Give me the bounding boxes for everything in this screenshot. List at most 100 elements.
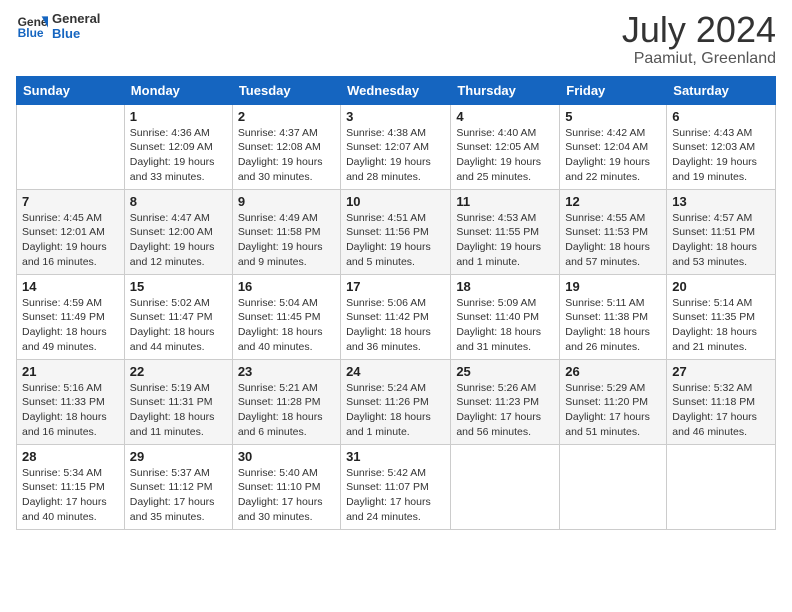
calendar-day-cell: 22 Sunrise: 5:19 AMSunset: 11:31 PMDaylig…	[124, 359, 232, 444]
day-info: Sunrise: 5:34 AMSunset: 11:15 PMDaylight…	[22, 466, 119, 525]
calendar-week-row: 21 Sunrise: 5:16 AMSunset: 11:33 PMDaylig…	[17, 359, 776, 444]
calendar-day-cell: 13 Sunrise: 4:57 AMSunset: 11:51 PMDaylig…	[667, 189, 776, 274]
day-number: 28	[22, 449, 119, 464]
day-info: Sunrise: 5:09 AMSunset: 11:40 PMDaylight…	[456, 296, 554, 355]
day-info: Sunrise: 5:06 AMSunset: 11:42 PMDaylight…	[346, 296, 445, 355]
day-number: 3	[346, 109, 445, 124]
calendar-day-cell: 11Sunrise: 4:53 AMSunset: 11:55 PMDaylig…	[451, 189, 560, 274]
logo-icon: General Blue	[16, 10, 48, 42]
calendar-week-row: 14Sunrise: 4:59 AMSunset: 11:49 PMDaylig…	[17, 274, 776, 359]
day-info: Sunrise: 4:43 AMSunset: 12:03 AMDaylight…	[672, 126, 770, 185]
calendar-day-cell: 28 Sunrise: 5:34 AMSunset: 11:15 PMDaylig…	[17, 444, 125, 529]
day-info: Sunrise: 4:47 AMSunset: 12:00 AMDaylight…	[130, 211, 227, 270]
day-info: Sunrise: 5:16 AMSunset: 11:33 PMDaylight…	[22, 381, 119, 440]
day-info: Sunrise: 5:32 AMSunset: 11:18 PMDaylight…	[672, 381, 770, 440]
day-number: 10	[346, 194, 445, 209]
day-number: 8	[130, 194, 227, 209]
calendar-day-cell	[560, 444, 667, 529]
day-number: 17	[346, 279, 445, 294]
day-number: 18	[456, 279, 554, 294]
day-number: 1	[130, 109, 227, 124]
day-info: Sunrise: 5:24 AMSunset: 11:26 PMDaylight…	[346, 381, 445, 440]
day-number: 31	[346, 449, 445, 464]
page-header: General Blue General Blue July 2024 Paam…	[16, 10, 776, 68]
day-info: Sunrise: 5:02 AMSunset: 11:47 PMDaylight…	[130, 296, 227, 355]
day-number: 22	[130, 364, 227, 379]
calendar-day-cell: 6 Sunrise: 4:43 AMSunset: 12:03 AMDayligh…	[667, 104, 776, 189]
calendar-day-cell: 2 Sunrise: 4:37 AMSunset: 12:08 AMDayligh…	[232, 104, 340, 189]
svg-text:Blue: Blue	[18, 26, 44, 40]
day-number: 7	[22, 194, 119, 209]
day-of-week-header: Sunday	[17, 76, 125, 104]
day-info: Sunrise: 5:14 AMSunset: 11:35 PMDaylight…	[672, 296, 770, 355]
day-number: 19	[565, 279, 661, 294]
day-info: Sunrise: 5:21 AMSunset: 11:28 PMDaylight…	[238, 381, 335, 440]
location-title: Paamiut, Greenland	[622, 50, 776, 68]
day-of-week-header: Tuesday	[232, 76, 340, 104]
calendar-day-cell: 25 Sunrise: 5:26 AMSunset: 11:23 PMDaylig…	[451, 359, 560, 444]
calendar-day-cell: 12Sunrise: 4:55 AMSunset: 11:53 PMDaylig…	[560, 189, 667, 274]
day-info: Sunrise: 5:26 AMSunset: 11:23 PMDaylight…	[456, 381, 554, 440]
calendar-table: SundayMondayTuesdayWednesdayThursdayFrid…	[16, 76, 776, 530]
calendar-day-cell: 19 Sunrise: 5:11 AMSunset: 11:38 PMDaylig…	[560, 274, 667, 359]
calendar-day-cell: 26 Sunrise: 5:29 AMSunset: 11:20 PMDaylig…	[560, 359, 667, 444]
day-info: Sunrise: 5:04 AMSunset: 11:45 PMDaylight…	[238, 296, 335, 355]
day-number: 21	[22, 364, 119, 379]
calendar-week-row: 1 Sunrise: 4:36 AMSunset: 12:09 AMDayligh…	[17, 104, 776, 189]
day-info: Sunrise: 4:37 AMSunset: 12:08 AMDaylight…	[238, 126, 335, 185]
day-number: 11	[456, 194, 554, 209]
calendar-day-cell: 5 Sunrise: 4:42 AMSunset: 12:04 AMDayligh…	[560, 104, 667, 189]
day-info: Sunrise: 4:57 AMSunset: 11:51 PMDaylight…	[672, 211, 770, 270]
day-number: 13	[672, 194, 770, 209]
day-number: 16	[238, 279, 335, 294]
day-number: 30	[238, 449, 335, 464]
calendar-day-cell: 7 Sunrise: 4:45 AMSunset: 12:01 AMDayligh…	[17, 189, 125, 274]
calendar-day-cell: 30Sunrise: 5:40 AMSunset: 11:10 PMDaylig…	[232, 444, 340, 529]
day-info: Sunrise: 4:38 AMSunset: 12:07 AMDaylight…	[346, 126, 445, 185]
day-info: Sunrise: 4:59 AMSunset: 11:49 PMDaylight…	[22, 296, 119, 355]
title-block: July 2024 Paamiut, Greenland	[622, 10, 776, 68]
day-of-week-header: Thursday	[451, 76, 560, 104]
day-of-week-header: Saturday	[667, 76, 776, 104]
calendar-day-cell: 4 Sunrise: 4:40 AMSunset: 12:05 AMDayligh…	[451, 104, 560, 189]
day-number: 6	[672, 109, 770, 124]
day-info: Sunrise: 4:51 AMSunset: 11:56 PMDaylight…	[346, 211, 445, 270]
calendar-day-cell	[17, 104, 125, 189]
calendar-day-cell: 16 Sunrise: 5:04 AMSunset: 11:45 PMDaylig…	[232, 274, 340, 359]
day-info: Sunrise: 4:40 AMSunset: 12:05 AMDaylight…	[456, 126, 554, 185]
calendar-day-cell: 8 Sunrise: 4:47 AMSunset: 12:00 AMDayligh…	[124, 189, 232, 274]
logo-general-text: General	[52, 11, 100, 26]
calendar-day-cell	[451, 444, 560, 529]
calendar-day-cell	[667, 444, 776, 529]
day-info: Sunrise: 5:29 AMSunset: 11:20 PMDaylight…	[565, 381, 661, 440]
day-info: Sunrise: 4:42 AMSunset: 12:04 AMDaylight…	[565, 126, 661, 185]
day-number: 4	[456, 109, 554, 124]
calendar-day-cell: 1 Sunrise: 4:36 AMSunset: 12:09 AMDayligh…	[124, 104, 232, 189]
day-info: Sunrise: 5:19 AMSunset: 11:31 PMDaylight…	[130, 381, 227, 440]
day-of-week-header: Monday	[124, 76, 232, 104]
day-of-week-header: Wednesday	[341, 76, 451, 104]
calendar-body: 1 Sunrise: 4:36 AMSunset: 12:09 AMDayligh…	[17, 104, 776, 529]
calendar-day-cell: 21 Sunrise: 5:16 AMSunset: 11:33 PMDaylig…	[17, 359, 125, 444]
day-info: Sunrise: 4:45 AMSunset: 12:01 AMDaylight…	[22, 211, 119, 270]
calendar-day-cell: 9Sunrise: 4:49 AMSunset: 11:58 PMDayligh…	[232, 189, 340, 274]
day-number: 26	[565, 364, 661, 379]
day-number: 5	[565, 109, 661, 124]
calendar-day-cell: 10 Sunrise: 4:51 AMSunset: 11:56 PMDaylig…	[341, 189, 451, 274]
days-of-week-row: SundayMondayTuesdayWednesdayThursdayFrid…	[17, 76, 776, 104]
day-info: Sunrise: 5:11 AMSunset: 11:38 PMDaylight…	[565, 296, 661, 355]
calendar-day-cell: 18 Sunrise: 5:09 AMSunset: 11:40 PMDaylig…	[451, 274, 560, 359]
day-number: 29	[130, 449, 227, 464]
day-number: 9	[238, 194, 335, 209]
calendar-day-cell: 3 Sunrise: 4:38 AMSunset: 12:07 AMDayligh…	[341, 104, 451, 189]
calendar-day-cell: 27Sunrise: 5:32 AMSunset: 11:18 PMDaylig…	[667, 359, 776, 444]
day-number: 2	[238, 109, 335, 124]
day-number: 15	[130, 279, 227, 294]
calendar-header: SundayMondayTuesdayWednesdayThursdayFrid…	[17, 76, 776, 104]
calendar-day-cell: 24Sunrise: 5:24 AMSunset: 11:26 PMDaylig…	[341, 359, 451, 444]
month-title: July 2024	[622, 10, 776, 50]
logo: General Blue General Blue	[16, 10, 100, 42]
day-info: Sunrise: 4:36 AMSunset: 12:09 AMDaylight…	[130, 126, 227, 185]
calendar-day-cell: 14Sunrise: 4:59 AMSunset: 11:49 PMDaylig…	[17, 274, 125, 359]
day-number: 25	[456, 364, 554, 379]
